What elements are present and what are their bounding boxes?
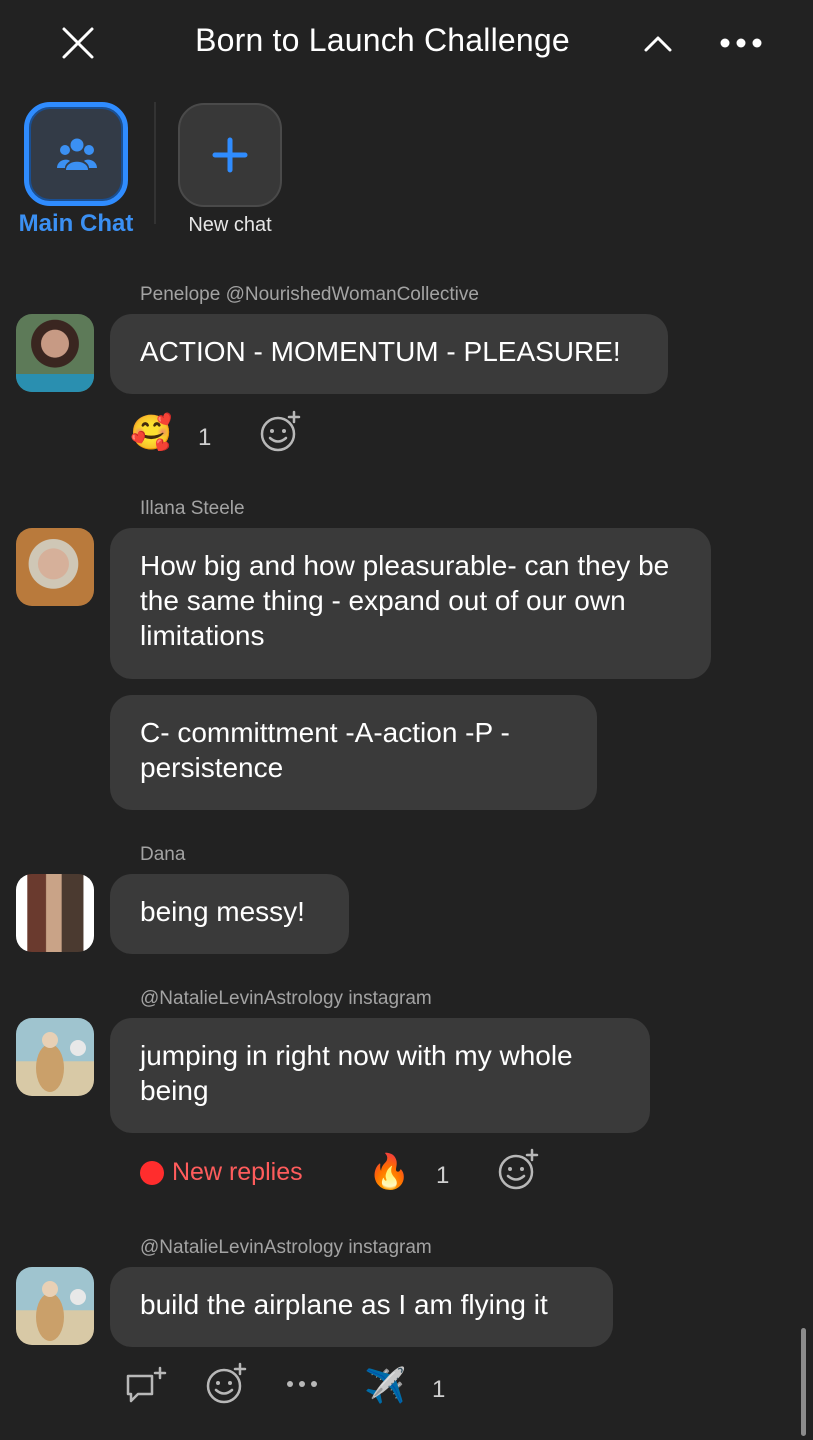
unread-dot-icon (140, 1161, 164, 1185)
avatar[interactable] (16, 1267, 94, 1345)
message-text: C- committment -A-action -P - persistenc… (140, 717, 510, 783)
avatar[interactable] (16, 1018, 94, 1096)
message-bubble[interactable]: C- committment -A-action -P - persistenc… (110, 695, 597, 810)
scrollbar[interactable] (801, 1328, 806, 1436)
reaction-row: 🔥 1 (368, 1148, 558, 1198)
reaction-count: 1 (198, 424, 212, 451)
reaction-row: 🥰 1 (130, 410, 320, 460)
reply-in-thread-icon[interactable] (124, 1364, 168, 1413)
message-sender: @NatalieLevinAstrology instagram (140, 1237, 432, 1258)
message-text: How big and how pleasurable- can they be… (140, 550, 670, 651)
message-actions: ✈️ 1 (124, 1362, 464, 1412)
message-bubble[interactable]: jumping in right now with my whole being (110, 1018, 650, 1133)
new-replies-label: New replies (172, 1158, 303, 1186)
plus-icon (212, 137, 248, 173)
tab-main-chat-label[interactable]: Main Chat (0, 210, 152, 238)
reaction-emoji[interactable]: ✈️ (364, 1366, 406, 1406)
new-chat-label[interactable]: New chat (150, 214, 310, 237)
message-bubble[interactable]: being messy! (110, 874, 349, 954)
reaction-emoji[interactable]: 🥰 (130, 413, 172, 453)
message-text: build the airplane as I am flying it (140, 1289, 548, 1320)
more-horizontal-icon[interactable] (716, 30, 766, 56)
new-replies-link[interactable]: New replies (140, 1158, 330, 1188)
add-reaction-icon[interactable] (258, 410, 302, 459)
group-icon (57, 138, 97, 170)
chat-header: Born to Launch Challenge (0, 0, 813, 88)
tab-main-chat[interactable] (24, 102, 128, 206)
message-text: jumping in right now with my whole being (140, 1040, 573, 1106)
add-reaction-icon[interactable] (496, 1148, 540, 1197)
message-text: being messy! (140, 896, 305, 927)
avatar[interactable] (16, 528, 94, 606)
message-sender: @NatalieLevinAstrology instagram (140, 988, 432, 1009)
message-bubble[interactable]: How big and how pleasurable- can they be… (110, 528, 711, 679)
avatar[interactable] (16, 314, 94, 392)
tab-divider (154, 102, 156, 224)
message-sender: Illana Steele (140, 498, 245, 519)
add-reaction-icon[interactable] (204, 1362, 248, 1411)
reaction-count: 1 (432, 1376, 446, 1403)
new-chat-button[interactable] (178, 103, 282, 207)
more-horizontal-icon[interactable] (284, 1376, 320, 1397)
chat-tabs: Main Chat New chat (0, 96, 813, 246)
reaction-count: 1 (436, 1162, 450, 1189)
message-sender: Penelope @NourishedWomanCollective (140, 284, 479, 305)
reaction-emoji[interactable]: 🔥 (368, 1152, 410, 1192)
message-text: ACTION - MOMENTUM - PLEASURE! (140, 336, 621, 367)
chevron-up-icon[interactable] (640, 28, 676, 58)
message-bubble[interactable]: build the airplane as I am flying it (110, 1267, 613, 1347)
avatar[interactable] (16, 874, 94, 952)
message-sender: Dana (140, 844, 186, 865)
message-bubble[interactable]: ACTION - MOMENTUM - PLEASURE! (110, 314, 668, 394)
